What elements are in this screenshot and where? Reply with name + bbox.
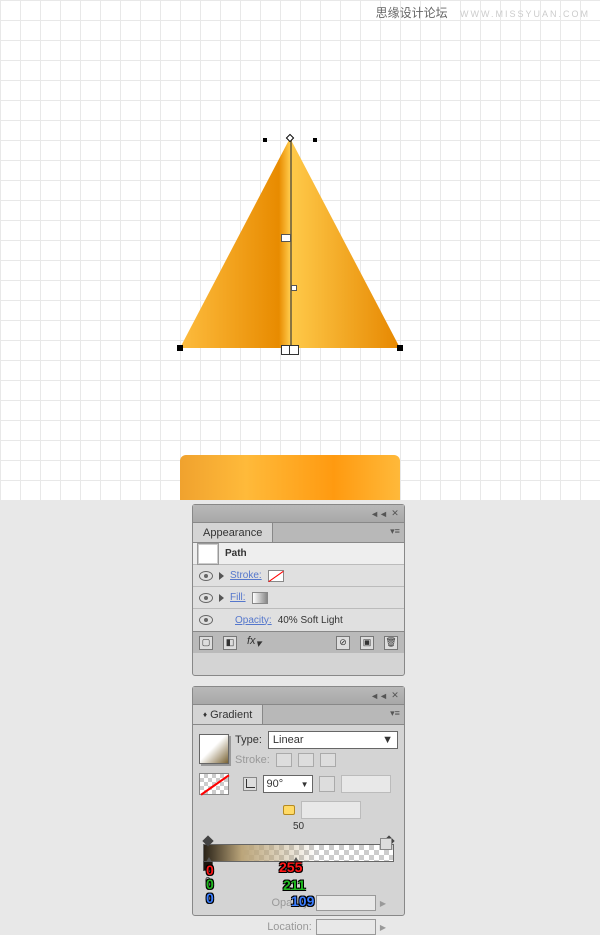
appearance-body: Path Stroke: Fill: Opacity: 40% Soft Lig…	[193, 543, 404, 631]
b-val: 109	[291, 893, 314, 909]
opacity-value: 40% Soft Light	[278, 615, 343, 626]
stroke-opt-1[interactable]	[276, 753, 292, 767]
stroke-swatch[interactable]	[268, 570, 284, 582]
target-label: Path	[225, 548, 247, 559]
opacity-label: Opacity:	[235, 615, 272, 626]
type-select[interactable]: Linear ▼	[268, 731, 398, 749]
panel-header: ◄◄ ✕	[193, 687, 404, 705]
tab-appearance[interactable]: Appearance	[193, 523, 273, 542]
artboard[interactable]: 思缘设计论坛 WWW.MISSYUAN.COM	[0, 0, 600, 500]
tab-gradient[interactable]: ♦Gradient	[193, 705, 263, 724]
collapse-icon[interactable]: ◄◄	[374, 691, 384, 701]
opacity-stop-left[interactable]	[202, 835, 213, 846]
fill-label: Fill:	[230, 592, 246, 603]
menu-icon[interactable]: ▾≡	[390, 708, 400, 718]
tab-label: Gradient	[210, 709, 252, 721]
angle-icon	[243, 777, 257, 791]
gradient-panel: ◄◄ ✕ ♦Gradient ▾≡ Type: Linear ▼ Stroke:	[192, 686, 405, 916]
opacity-input[interactable]	[316, 895, 376, 911]
angle-value: 90°	[267, 778, 284, 790]
gradient-annotator-line[interactable]	[290, 138, 292, 348]
new-fill-icon[interactable]: ▣	[360, 636, 374, 650]
fx-button[interactable]: fx▾	[247, 635, 261, 650]
stroke-row[interactable]: Stroke:	[193, 565, 404, 587]
close-icon[interactable]: ✕	[390, 691, 400, 701]
anchor-bl[interactable]	[177, 345, 183, 351]
opacity-row[interactable]: Opacity: 40% Soft Light	[193, 609, 404, 631]
thumbnail	[197, 543, 219, 565]
watermark: 思缘设计论坛 WWW.MISSYUAN.COM	[368, 4, 590, 21]
chevron-down-icon: ▼	[382, 734, 393, 746]
target-row[interactable]: Path	[193, 543, 404, 565]
mid-value: 50	[199, 821, 398, 832]
angle-row: 90° ▼	[199, 773, 398, 795]
location-input[interactable]	[316, 919, 376, 935]
fill-none[interactable]	[199, 773, 229, 795]
stroke-opt-3[interactable]	[320, 753, 336, 767]
type-row: Type: Linear ▼ Stroke:	[199, 731, 398, 767]
tab-bar: ♦Gradient ▾≡	[193, 705, 404, 725]
triangle-path[interactable]	[180, 138, 400, 348]
expand-icon[interactable]	[219, 594, 224, 602]
r-val: 255	[279, 859, 302, 875]
updown-icon[interactable]: ♦	[203, 710, 207, 719]
stroke-label: Stroke:	[230, 570, 262, 581]
slider-pos-row	[199, 801, 398, 819]
handle-tr[interactable]	[313, 138, 317, 142]
dup-icon[interactable]: ◧	[223, 636, 237, 650]
panels-area: ◄◄ ✕ Appearance ▾≡ Path Stroke: Fill:	[0, 500, 600, 935]
stroke-opt-2[interactable]	[298, 753, 314, 767]
type-value: Linear	[273, 734, 304, 746]
collapse-icon[interactable]: ◄◄	[374, 509, 384, 519]
visibility-icon[interactable]	[199, 615, 213, 625]
appearance-footer: ▢ ◧ fx▾ ⊘ ▣ 🗑	[193, 631, 404, 653]
tab-bar: Appearance ▾≡	[193, 523, 404, 543]
gradient-slider[interactable]	[291, 285, 297, 291]
fill-row[interactable]: Fill:	[193, 587, 404, 609]
watermark-text: 思缘设计论坛	[376, 6, 448, 20]
visibility-icon[interactable]	[199, 593, 213, 603]
trash-icon[interactable]: 🗑	[384, 636, 398, 650]
trash-icon[interactable]	[380, 838, 392, 850]
angle-input[interactable]: 90° ▼	[263, 775, 313, 793]
g-val: 211	[283, 877, 306, 893]
visibility-icon[interactable]	[199, 571, 213, 581]
expand-icon[interactable]	[219, 572, 224, 580]
appearance-panel: ◄◄ ✕ Appearance ▾≡ Path Stroke: Fill:	[192, 504, 405, 676]
menu-icon[interactable]: ▾≡	[390, 526, 400, 536]
stroke-label: Stroke:	[235, 754, 270, 766]
bottom-shape[interactable]	[180, 455, 400, 500]
aspect-input[interactable]	[341, 775, 391, 793]
clear-icon[interactable]: ⊘	[336, 636, 350, 650]
gradient-end-cap[interactable]	[282, 345, 298, 355]
location-field-row: Location: ▶	[199, 919, 398, 935]
b-left: 0	[206, 890, 214, 906]
gradient-midpoint[interactable]	[281, 234, 291, 242]
mid-knob-icon[interactable]	[283, 805, 295, 815]
gradient-preview[interactable]	[199, 734, 229, 764]
close-icon[interactable]: ✕	[390, 509, 400, 519]
watermark-url: WWW.MISSYUAN.COM	[460, 9, 590, 19]
type-label: Type:	[235, 734, 262, 746]
location-field-label: Location:	[267, 921, 312, 933]
anchor-br[interactable]	[397, 345, 403, 351]
tab-label: Appearance	[203, 527, 262, 539]
anchor-top[interactable]	[286, 134, 294, 142]
fill-swatch[interactable]	[252, 592, 268, 604]
aspect-icon[interactable]	[319, 776, 335, 792]
panel-header: ◄◄ ✕	[193, 505, 404, 523]
mid-input[interactable]	[301, 801, 361, 819]
handle-tl[interactable]	[263, 138, 267, 142]
chevron-down-icon: ▼	[301, 780, 309, 789]
new-art-icon[interactable]: ▢	[199, 636, 213, 650]
